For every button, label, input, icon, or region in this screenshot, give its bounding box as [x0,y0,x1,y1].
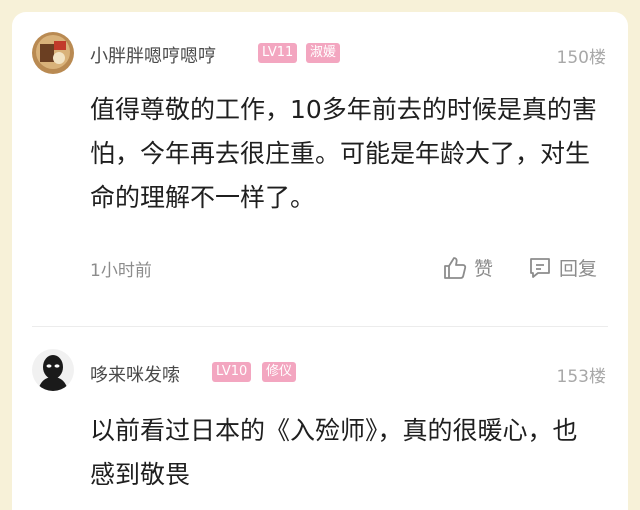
comment-item: 哆来咪发嗦 LV10 修仪 153楼 以前看过日本的《入殓师》，真的很暖心，也感… [12,327,628,510]
like-button[interactable]: 赞 [442,254,493,281]
like-label: 赞 [474,258,494,280]
avatar[interactable] [32,349,74,391]
level-badge: LV11 [258,43,298,63]
username[interactable]: 哆来咪发嗦 [90,361,180,387]
comment-icon [527,255,553,281]
title-badge: 淑媛 [306,43,341,63]
comment-text: 以前看过日本的《入殓师》，真的很暖心，也感到敬畏 [90,416,578,489]
timestamp: 1小时前 [90,261,152,281]
floor-number: 150楼 [556,48,606,68]
reply-label: 回复 [559,258,598,280]
thumbs-up-icon [442,255,468,281]
floor-number: 153楼 [556,367,606,387]
comment-item: 小胖胖嗯哼嗯哼 LV11 淑媛 150楼 值得尊敬的工作，10多年前去的时候是真… [12,12,628,312]
comment-list: 小胖胖嗯哼嗯哼 LV11 淑媛 150楼 值得尊敬的工作，10多年前去的时候是真… [12,12,628,510]
avatar[interactable] [32,32,74,74]
reply-button[interactable]: 回复 [527,254,597,281]
comment-text: 值得尊敬的工作，10多年前去的时候是真的害怕，今年再去很庄重。可能是年龄大了，对… [90,95,597,212]
username[interactable]: 小胖胖嗯哼嗯哼 [90,42,216,68]
level-badge: LV10 [212,362,252,382]
title-badge: 修仪 [262,362,297,382]
